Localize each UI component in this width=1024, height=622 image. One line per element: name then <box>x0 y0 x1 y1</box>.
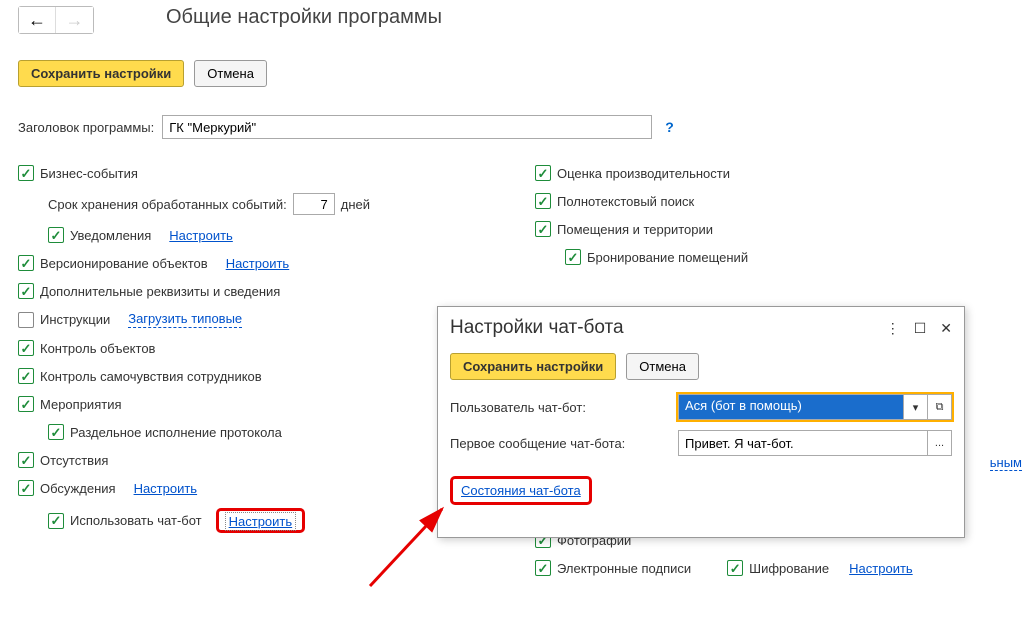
premises-checkbox[interactable] <box>535 221 551 237</box>
encryption-checkbox[interactable] <box>727 560 743 576</box>
chatbot-user-input[interactable]: Ася (бот в помощь) <box>678 394 904 420</box>
program-title-row: Заголовок программы: ? <box>18 115 674 139</box>
fulltext-label: Полнотекстовый поиск <box>557 194 694 209</box>
chatbot-states-link[interactable]: Состояния чат-бота <box>461 483 581 498</box>
versioning-label: Версионирование объектов <box>40 256 208 271</box>
encryption-label: Шифрование <box>749 561 829 576</box>
wellbeing-checkbox[interactable] <box>18 368 34 384</box>
extra-props-label: Дополнительные реквизиты и сведения <box>40 284 280 299</box>
first-message-field: ... <box>678 430 952 456</box>
cancel-button[interactable]: Отмена <box>194 60 267 87</box>
popup-title: Настройки чат-бота <box>450 317 624 339</box>
premises-label: Помещения и территории <box>557 222 713 237</box>
maximize-icon[interactable]: ☐ <box>914 320 927 337</box>
retention-unit: дней <box>341 197 370 212</box>
chatbot-configure-highlight: Настроить <box>216 508 306 533</box>
menu-icon[interactable]: ⋮ <box>886 320 900 337</box>
encryption-configure-link[interactable]: Настроить <box>849 561 913 576</box>
popup-toolbar: Сохранить настройки Отмена <box>438 345 964 388</box>
use-chatbot-label: Использовать чат-бот <box>70 513 202 528</box>
popup-form: Пользователь чат-бот: Ася (бот в помощь)… <box>438 388 964 472</box>
popup-cancel-button[interactable]: Отмена <box>626 353 699 380</box>
wellbeing-label: Контроль самочувствия сотрудников <box>40 369 262 384</box>
popup-titlebar: Настройки чат-бота ⋮ ☐ ✕ <box>438 307 964 345</box>
instructions-label: Инструкции <box>40 312 110 327</box>
chatbot-user-label: Пользователь чат-бот: <box>450 400 678 415</box>
back-button[interactable]: ← <box>19 7 56 33</box>
notifications-configure-link[interactable]: Настроить <box>169 228 233 243</box>
chatbot-user-field: Ася (бот в помощь) ▾ ⧉ <box>678 394 952 420</box>
popup-link-row: Состояния чат-бота <box>438 472 964 509</box>
fulltext-checkbox[interactable] <box>535 193 551 209</box>
esign-checkbox[interactable] <box>535 560 551 576</box>
more-icon[interactable]: ... <box>928 430 952 456</box>
popup-save-button[interactable]: Сохранить настройки <box>450 353 616 380</box>
nav-buttons: ← → <box>18 6 94 34</box>
events-checkbox[interactable] <box>18 396 34 412</box>
business-events-label: Бизнес-события <box>40 166 138 181</box>
dropdown-icon[interactable]: ▾ <box>904 394 928 420</box>
save-button[interactable]: Сохранить настройки <box>18 60 184 87</box>
chatbot-settings-popup: Настройки чат-бота ⋮ ☐ ✕ Сохранить настр… <box>437 306 965 538</box>
chatbot-configure-link[interactable]: Настроить <box>225 512 297 531</box>
separate-protocol-label: Раздельное исполнение протокола <box>70 425 282 440</box>
object-control-label: Контроль объектов <box>40 341 155 356</box>
retention-label: Срок хранения обработанных событий: <box>48 197 287 212</box>
main-toolbar: Сохранить настройки Отмена <box>18 60 267 87</box>
extra-props-checkbox[interactable] <box>18 283 34 299</box>
booking-label: Бронирование помещений <box>587 250 748 265</box>
page-title: Общие настройки программы <box>166 6 442 29</box>
chatbot-states-highlight: Состояния чат-бота <box>450 476 592 505</box>
open-icon[interactable]: ⧉ <box>928 394 952 420</box>
left-column: Бизнес-события Срок хранения обработанны… <box>18 165 448 545</box>
program-title-label: Заголовок программы: <box>18 120 154 135</box>
absence-label: Отсутствия <box>40 453 108 468</box>
separate-protocol-checkbox[interactable] <box>48 424 64 440</box>
close-icon[interactable]: ✕ <box>940 320 952 337</box>
performance-label: Оценка производительности <box>557 166 730 181</box>
discussions-checkbox[interactable] <box>18 480 34 496</box>
first-message-input[interactable] <box>678 430 928 456</box>
object-control-checkbox[interactable] <box>18 340 34 356</box>
esign-label: Электронные подписи <box>557 561 691 576</box>
use-chatbot-checkbox[interactable] <box>48 513 64 529</box>
versioning-checkbox[interactable] <box>18 255 34 271</box>
program-title-input[interactable] <box>162 115 652 139</box>
instructions-checkbox[interactable] <box>18 312 34 328</box>
performance-checkbox[interactable] <box>535 165 551 181</box>
absence-checkbox[interactable] <box>18 452 34 468</box>
first-message-label: Первое сообщение чат-бота: <box>450 436 678 451</box>
peek-link[interactable]: ьным <box>990 455 1022 471</box>
versioning-configure-link[interactable]: Настроить <box>226 256 290 271</box>
discussions-configure-link[interactable]: Настроить <box>134 481 198 496</box>
notifications-checkbox[interactable] <box>48 227 64 243</box>
booking-checkbox[interactable] <box>565 249 581 265</box>
notifications-label: Уведомления <box>70 228 151 243</box>
discussions-label: Обсуждения <box>40 481 116 496</box>
business-events-checkbox[interactable] <box>18 165 34 181</box>
retention-input[interactable] <box>293 193 335 215</box>
events-label: Мероприятия <box>40 397 122 412</box>
help-icon[interactable]: ? <box>665 119 674 135</box>
forward-button[interactable]: → <box>56 7 93 33</box>
load-typical-link[interactable]: Загрузить типовые <box>128 311 242 328</box>
popup-window-controls: ⋮ ☐ ✕ <box>886 320 952 337</box>
